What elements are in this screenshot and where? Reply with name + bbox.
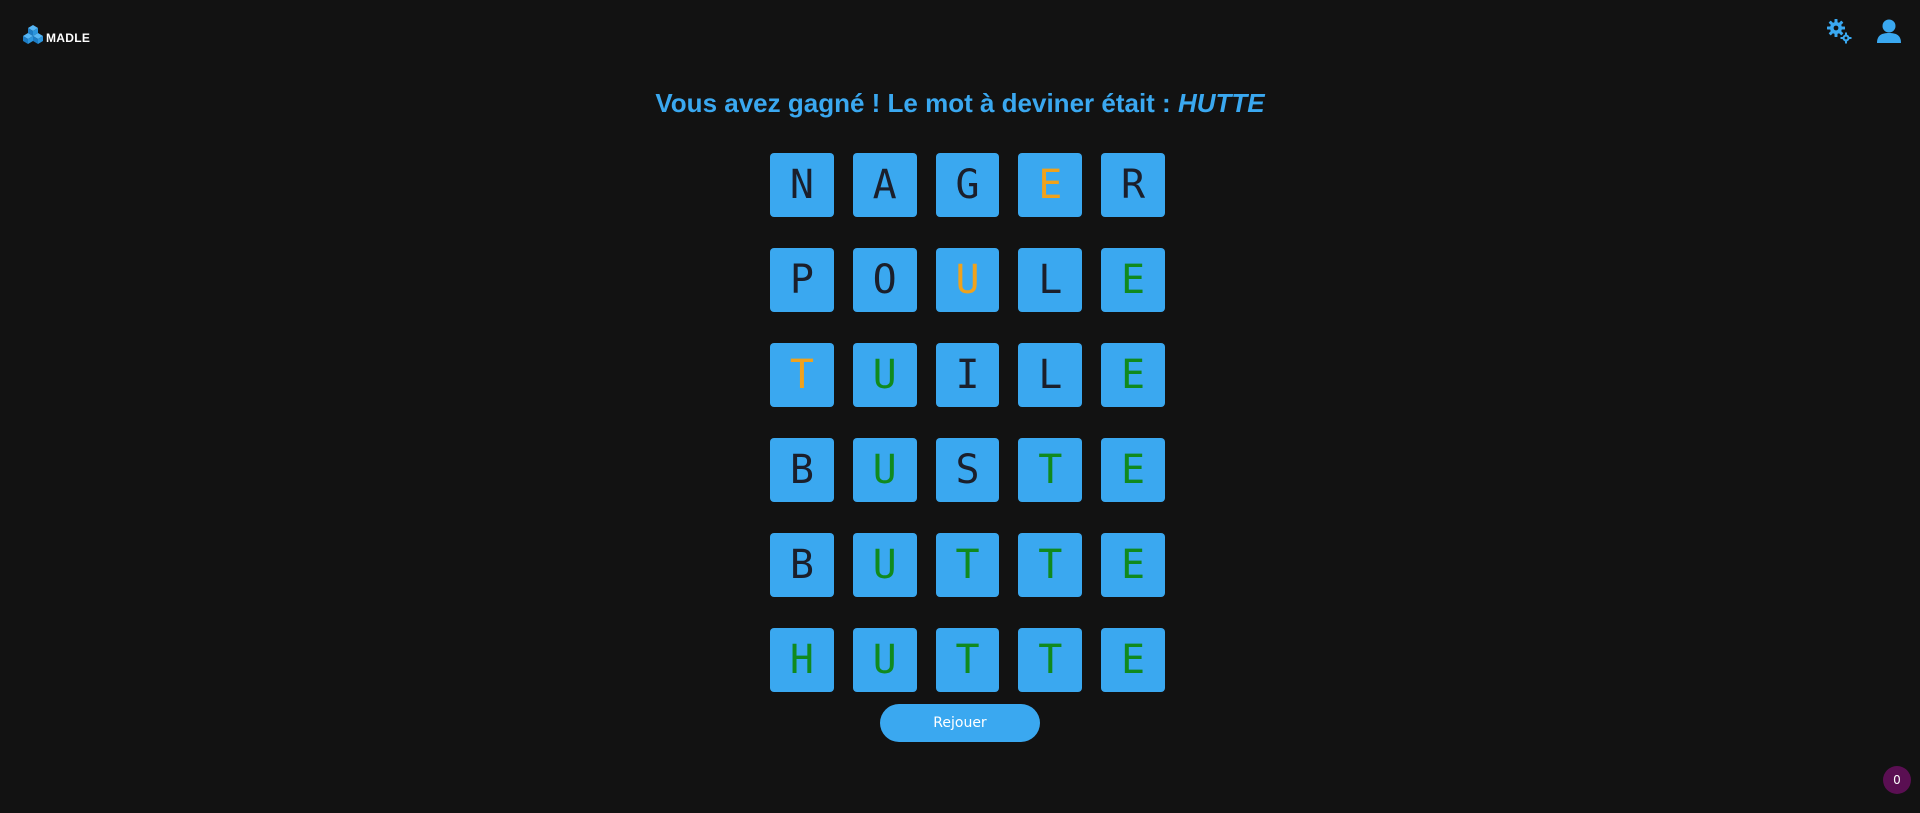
- letter-tile-absent: B: [770, 533, 834, 597]
- logo[interactable]: MADLE: [22, 24, 90, 46]
- letter-tile-present: T: [770, 343, 834, 407]
- letter-tile-correct: E: [1101, 248, 1165, 312]
- answer-word: HUTTE: [1177, 88, 1265, 118]
- top-bar: MADLE: [0, 0, 1920, 70]
- board-row: NAGER: [770, 153, 1165, 217]
- user-icon: [1877, 19, 1901, 43]
- board-row: POULE: [770, 248, 1165, 312]
- letter-tile-correct: T: [1018, 438, 1083, 502]
- replay-button[interactable]: Rejouer: [880, 704, 1040, 742]
- letter-tile-correct: E: [1101, 628, 1165, 692]
- board-row: TUILE: [770, 343, 1165, 407]
- letter-tile-correct: U: [852, 438, 917, 502]
- letter-tile-absent: O: [852, 248, 917, 312]
- letter-tile-correct: E: [1101, 438, 1165, 502]
- letter-tile-correct: U: [852, 628, 917, 692]
- letter-tile-correct: T: [935, 628, 1000, 692]
- settings-button[interactable]: [1824, 16, 1854, 46]
- letter-tile-absent: B: [770, 438, 834, 502]
- letter-tile-absent: L: [1018, 248, 1083, 312]
- board-row: BUTTE: [770, 533, 1165, 597]
- result-message: Vous avez gagné ! Le mot à deviner était…: [0, 88, 1920, 119]
- letter-tile-absent: L: [1018, 343, 1083, 407]
- letter-tile-absent: G: [935, 153, 1000, 217]
- letter-tile-correct: H: [770, 628, 834, 692]
- gears-icon: [1827, 19, 1852, 44]
- board-row: BUSTE: [770, 438, 1165, 502]
- letter-tile-correct: T: [1018, 533, 1083, 597]
- cubes-logo-icon: [23, 25, 43, 44]
- letter-tile-absent: S: [935, 438, 1000, 502]
- letter-tile-correct: U: [852, 533, 917, 597]
- letter-tile-absent: P: [770, 248, 834, 312]
- letter-tile-correct: E: [1101, 533, 1165, 597]
- letter-tile-correct: T: [935, 533, 1000, 597]
- logo-text: MADLE: [46, 31, 91, 45]
- letter-tile-absent: A: [852, 153, 917, 217]
- letter-tile-absent: R: [1101, 153, 1165, 217]
- counter-badge[interactable]: 0: [1883, 766, 1911, 794]
- letter-tile-correct: E: [1101, 343, 1165, 407]
- result-text: Vous avez gagné ! Le mot à deviner était…: [655, 88, 1178, 118]
- letter-tile-absent: N: [770, 153, 834, 217]
- letter-tile-present: E: [1018, 153, 1083, 217]
- letter-tile-present: U: [935, 248, 1000, 312]
- profile-button[interactable]: [1874, 16, 1904, 46]
- letter-tile-absent: I: [935, 343, 1000, 407]
- game-board: NAGERPOULETUILEBUSTEBUTTEHUTTE: [770, 153, 1165, 723]
- board-row: HUTTE: [770, 628, 1165, 692]
- letter-tile-correct: T: [1018, 628, 1083, 692]
- letter-tile-correct: U: [852, 343, 917, 407]
